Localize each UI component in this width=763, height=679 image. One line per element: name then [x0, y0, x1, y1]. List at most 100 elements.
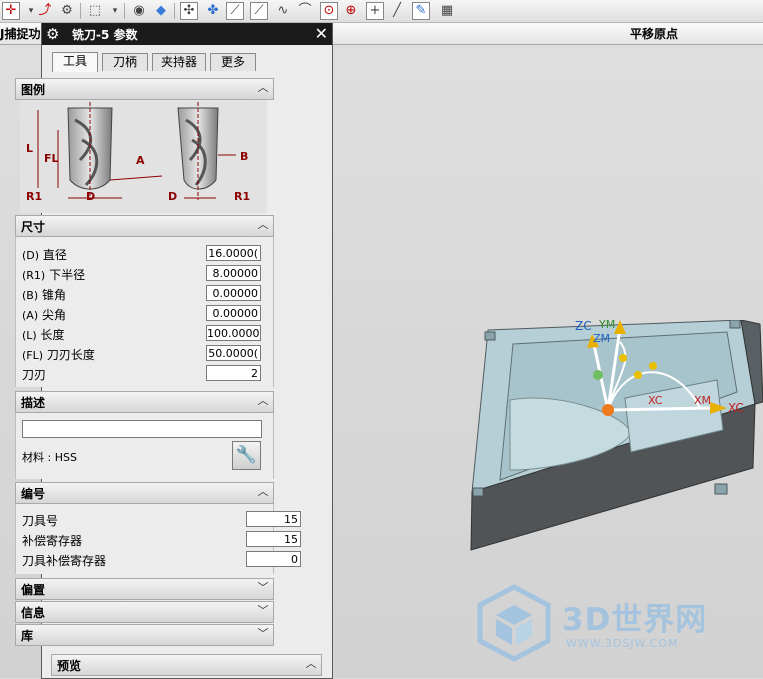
main-toolbar: ✛ ▾ ⤴ ⚙ ⬚ ▾ ◉ ◆ ✣ ✤ ⟋ ⟋ ∿ ⌒ ⊙ ⊕ + ╱ ✎ ▦ [0, 0, 763, 23]
chevron-down-icon[interactable]: ﹀ [255, 626, 271, 642]
chevron-up-icon[interactable]: ︿ [255, 484, 271, 500]
rotation-handle [634, 371, 642, 379]
flutes-field[interactable]: 2 [206, 365, 261, 381]
corner-notch [484, 331, 496, 341]
section-library[interactable]: 库 ﹀ [15, 624, 274, 646]
chevron-up-icon[interactable]: ︿ [303, 656, 319, 672]
crosshair-point-icon[interactable]: + [366, 2, 384, 20]
curve-point-icon[interactable]: ∿ [274, 2, 292, 20]
axis-label-ym: YM [598, 320, 615, 331]
toolbar-divider [80, 3, 81, 19]
dim-row-length: (L) 长度 [22, 328, 65, 342]
diameter-field[interactable]: 16.0000( [206, 245, 261, 261]
taper-angle-field[interactable]: 0.00000 [206, 285, 261, 301]
section-title: 编号 [21, 487, 46, 501]
section-title: 信息 [21, 606, 46, 620]
select-box-icon[interactable]: ⬚ [86, 2, 104, 20]
dropdown-arrow-icon[interactable]: ▾ [106, 2, 124, 20]
cutcom-register-label: 刀具补偿寄存器 [22, 554, 107, 568]
section-title: 尺寸 [21, 220, 46, 234]
section-offset[interactable]: 偏置 ﹀ [15, 578, 274, 600]
part-model[interactable]: YC ZC YM ZM XC XM XC [465, 320, 763, 560]
adjust-register-label: 补偿寄存器 [22, 534, 83, 548]
section-title: 预览 [57, 659, 82, 673]
dim-row-flute-length: (FL) 刀刃长度 [22, 348, 95, 362]
gear-snap-icon[interactable]: ⚙ [58, 2, 76, 20]
solid-view-icon[interactable]: ◆ [152, 2, 170, 20]
fig-label-a: A [136, 154, 145, 167]
dim-row-flutes: 刀刃 [22, 368, 47, 382]
tool-figure: L FL R1 D A B R1 D [20, 100, 267, 213]
chevron-up-icon[interactable]: ︿ [255, 80, 271, 96]
x-axis-handle [607, 406, 711, 412]
fig-label-d-b: D [168, 190, 177, 203]
arc-point-icon[interactable]: ⌒ [296, 2, 314, 20]
tab-strip: 工具 刀柄 夹持器 更多 [52, 52, 312, 72]
watermark-brand: 3D世界网 [562, 602, 708, 638]
section-description[interactable]: 描述 ︿ [15, 391, 274, 413]
tip-angle-field[interactable]: 0.00000 [206, 305, 261, 321]
line-point-icon[interactable]: ⟋ [226, 2, 244, 20]
diagonal-line-icon[interactable]: ⟋ [250, 2, 268, 20]
section-title: 描述 [21, 396, 46, 410]
fig-label-r1-b: R1 [234, 190, 250, 203]
wrench-icon: 🔧 [235, 445, 258, 465]
section-dimensions[interactable]: 尺寸 ︿ [15, 215, 274, 237]
green-marker [593, 370, 603, 380]
bend-points-icon[interactable]: ✤ [204, 2, 222, 20]
axis-label-xm: XM [694, 394, 711, 407]
lower-radius-field[interactable]: 8.00000 [206, 265, 261, 281]
circle-center-icon[interactable]: ⊙ [320, 2, 338, 20]
dialog-title-bar[interactable]: ⚙ 铣刀-5 参数 ✕ [42, 23, 332, 45]
section-preview[interactable]: 预览 ︿ [51, 654, 322, 676]
chevron-up-icon[interactable]: ︿ [255, 217, 271, 233]
corner-notch [729, 320, 741, 329]
chevron-up-icon[interactable]: ︿ [255, 393, 271, 409]
section-numbering[interactable]: 编号 ︿ [15, 482, 274, 504]
tool-number-field[interactable]: 15 [246, 511, 301, 527]
corner-notch [472, 487, 484, 497]
adjust-register-field[interactable]: 15 [246, 531, 301, 547]
gear-icon[interactable]: ⚙ [46, 24, 59, 44]
grid-view-icon[interactable]: ▦ [438, 2, 456, 20]
pen-edit-icon[interactable]: ✎ [412, 2, 430, 20]
section-info[interactable]: 信息 ﹀ [15, 601, 274, 623]
mesh-points-icon[interactable]: ✣ [180, 2, 198, 20]
snap-function-label: J捕捉功 [0, 27, 41, 41]
dim-row-lower-radius: (R1) 下半径 [22, 268, 86, 282]
dialog-title: 铣刀-5 参数 [72, 28, 138, 42]
section-legend[interactable]: 图例 ︿ [15, 78, 274, 100]
fig-label-fl: FL [44, 152, 59, 165]
material-label: 材料 : HSS [22, 451, 77, 464]
chevron-down-icon[interactable]: ﹀ [255, 580, 271, 596]
rotation-handle [619, 354, 627, 362]
fig-label-r1: R1 [26, 190, 42, 203]
fig-label-d: D [86, 190, 95, 203]
length-field[interactable]: 100.0000( [206, 325, 261, 341]
material-select-button[interactable]: 🔧 [232, 441, 261, 470]
axis-label-xc-far: XC [728, 401, 744, 415]
chevron-down-icon[interactable]: ﹀ [255, 603, 271, 619]
close-icon[interactable]: ✕ [315, 23, 328, 45]
dim-row-taper-angle: (B) 锥角 [22, 288, 66, 302]
dim-row-tip-angle: (A) 尖角 [22, 308, 66, 322]
pan-origin-label[interactable]: 平移原点 [630, 25, 678, 42]
flute-length-field[interactable]: 50.0000( [206, 345, 261, 361]
tab-more[interactable]: 更多 [210, 53, 256, 71]
toolbar-divider [174, 3, 175, 19]
vertex-snap-icon[interactable]: ⤴ [36, 2, 54, 20]
rotation-handle [649, 362, 657, 370]
tab-tool[interactable]: 工具 [52, 52, 98, 72]
snap-point-icon[interactable]: ✛ [2, 2, 20, 20]
tab-holder[interactable]: 刀柄 [102, 53, 148, 71]
fig-label-b: B [240, 150, 248, 163]
watermark-url: WWW.3DSJW.COM [566, 637, 679, 650]
watermark-cube-logo [477, 584, 551, 662]
slope-line-icon[interactable]: ╱ [388, 2, 406, 20]
description-input[interactable] [22, 420, 262, 438]
shade-view-icon[interactable]: ◉ [130, 2, 148, 20]
dim-row-diameter: (D) 直径 [22, 248, 67, 262]
circle-quadrant-icon[interactable]: ⊕ [342, 2, 360, 20]
tab-fixture[interactable]: 夹持器 [152, 53, 206, 71]
cutcom-register-field[interactable]: 0 [246, 551, 301, 567]
